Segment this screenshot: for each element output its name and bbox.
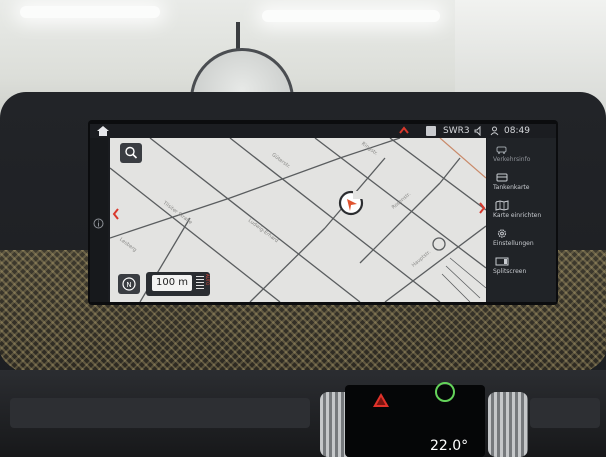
menu-item-label: Verkehrsinfo (493, 156, 531, 163)
chevron-left-icon[interactable] (112, 208, 120, 220)
air-vent (488, 392, 528, 457)
user-icon (490, 126, 499, 136)
menu-item-traffic-info[interactable]: Verkehrsinfo (487, 142, 556, 170)
temperature-readout: 22.0° (430, 438, 469, 454)
map-scale-value: 100 m (152, 275, 192, 291)
menu-item-label: Tankenkarte (493, 184, 530, 191)
side-menu: Verkehrsinfo Tankenkarte Karte einrichte… (487, 138, 556, 302)
navigation-map[interactable]: Tilsiter Straße Ludwig-Erhard Güterstr. … (110, 138, 486, 302)
air-vent-strip (10, 398, 310, 428)
gear-icon (497, 229, 507, 238)
left-rail (90, 138, 108, 302)
radio-icon (426, 126, 436, 136)
air-vent-strip (530, 398, 600, 428)
menu-item-fuel-card[interactable]: Tankenkarte (487, 170, 556, 198)
search-icon (125, 146, 138, 159)
info-icon[interactable] (93, 218, 104, 229)
mirror-mount (236, 22, 240, 50)
menu-item-splitscreen[interactable]: Splitscreen (487, 254, 556, 282)
radio-source[interactable]: SWR3 (443, 125, 470, 137)
menu-item-settings[interactable]: Einstellungen (487, 226, 556, 254)
svg-text:N: N (126, 281, 131, 289)
clock: 08:49 (504, 126, 530, 136)
camera-button[interactable] (435, 382, 455, 402)
menu-item-label: Splitscreen (493, 268, 527, 275)
ceiling-light (20, 6, 160, 18)
scale-mode: AUTO (205, 274, 210, 286)
map-search-button[interactable] (120, 143, 142, 163)
volume-icon (474, 126, 481, 136)
zoom-level-bars (196, 276, 204, 290)
splitscreen-icon (495, 257, 509, 266)
menu-item-label: Karte einrichten (493, 212, 542, 219)
map-settings-icon (495, 200, 509, 211)
ceiling-light (262, 10, 440, 22)
traffic-info-icon (496, 146, 507, 154)
compass-north-icon: N (122, 277, 136, 291)
chevron-right-icon[interactable] (478, 202, 486, 214)
infotainment-screen: SWR3 08:49 Tilsiter Straße Ludwig-Erhard… (90, 124, 556, 302)
vehicle-position-icon (338, 190, 364, 216)
hazard-icon[interactable] (372, 392, 390, 408)
menu-item-map-settings[interactable]: Karte einrichten (487, 198, 556, 226)
home-icon[interactable] (96, 125, 110, 137)
chevron-up-icon[interactable] (398, 125, 410, 135)
compass-button[interactable]: N (118, 274, 140, 294)
status-bar: SWR3 08:49 (90, 124, 556, 138)
fuel-card-icon (496, 173, 508, 182)
menu-item-label: Einstellungen (493, 240, 534, 247)
map-scale-control[interactable]: 100 m AUTO (146, 272, 210, 296)
